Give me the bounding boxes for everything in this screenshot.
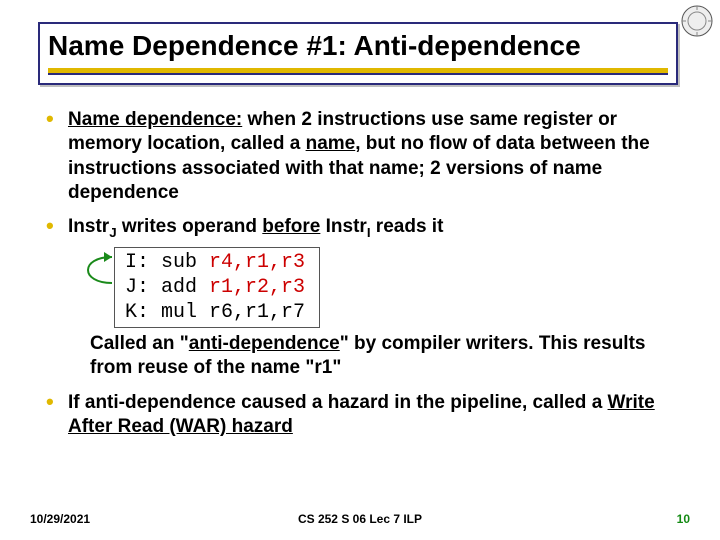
- title-underline: [48, 68, 668, 75]
- seal-icon: [680, 4, 714, 38]
- slide-body: Name dependence: when 2 instructions use…: [46, 108, 678, 449]
- code-r4: r4,: [209, 251, 245, 274]
- code-line-k: K: mul r6,r1,r7: [125, 301, 305, 324]
- slide-title: Name Dependence #1: Anti-dependence: [48, 30, 668, 62]
- code-r1-read: r1: [245, 251, 269, 274]
- term-name: name: [306, 133, 356, 154]
- slide: Name Dependence #1: Anti-dependence Name…: [0, 0, 720, 540]
- footer: 10/29/2021 CS 252 S 06 Lec 7 ILP 10: [30, 512, 690, 526]
- term-before: before: [262, 216, 320, 237]
- subscript-j: J: [109, 225, 116, 240]
- title-box: Name Dependence #1: Anti-dependence: [38, 22, 678, 85]
- name-r1: r1: [314, 357, 332, 378]
- footer-center: CS 252 S 06 Lec 7 ILP: [30, 512, 690, 526]
- dependence-arrow-icon: [72, 243, 132, 307]
- term-anti-dependence: anti-dependence: [189, 333, 340, 354]
- bullet-2: InstrJ writes operand before InstrI read…: [46, 215, 678, 380]
- code-r1-write: r1: [209, 276, 233, 299]
- after-code-text: Called an "anti-dependence" by compiler …: [90, 332, 678, 381]
- code-block: I: sub r4,r1,r3 J: add r1,r2,r3 K: mul r…: [114, 247, 320, 328]
- bullet-3: If anti-dependence caused a hazard in th…: [46, 391, 678, 440]
- bullet-1: Name dependence: when 2 instructions use…: [46, 108, 678, 205]
- term-name-dependence: Name dependence:: [68, 109, 242, 130]
- footer-page: 10: [677, 512, 690, 526]
- code-box: I: sub r4,r1,r3 J: add r1,r2,r3 K: mul r…: [114, 247, 320, 328]
